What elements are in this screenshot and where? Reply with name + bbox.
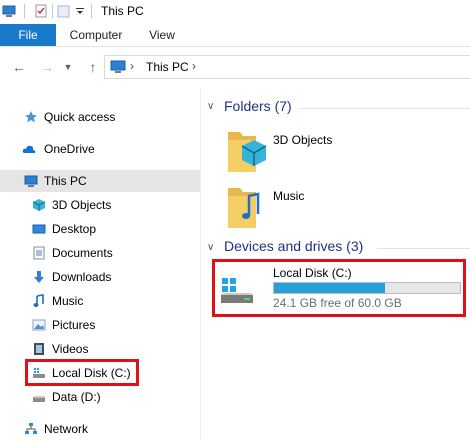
folder-item-music[interactable]: Music	[222, 180, 372, 234]
address-chevron-icon[interactable]: ›	[130, 59, 134, 73]
back-arrow-icon[interactable]: ←	[10, 58, 28, 76]
sidebar-item-label: Network	[44, 422, 89, 436]
folder-item-3d-objects[interactable]: 3D Objects	[222, 124, 372, 178]
drive-icon	[33, 396, 45, 402]
sidebar-item-documents[interactable]: Documents	[0, 242, 200, 264]
forward-arrow-icon[interactable]: →	[38, 58, 56, 76]
download-arrow-icon	[34, 271, 44, 283]
desktop-icon	[32, 224, 46, 234]
sidebar-item-label: OneDrive	[44, 142, 95, 156]
cube-icon	[32, 199, 46, 211]
folders-group-header[interactable]: Folders (7)	[224, 98, 292, 114]
sidebar-item-label: Videos	[52, 342, 89, 356]
sidebar-item-label: Pictures	[52, 318, 96, 332]
sidebar-item-label: 3D Objects	[52, 198, 112, 212]
title-bar: This PC	[0, 0, 470, 24]
sidebar-item-music[interactable]: Music	[0, 290, 200, 312]
star-icon	[25, 111, 37, 123]
3d-objects-folder-icon	[228, 132, 267, 172]
new-folder-icon[interactable]	[57, 4, 71, 18]
sidebar-item-label: Quick access	[44, 110, 116, 124]
highlight-box	[212, 259, 466, 317]
up-arrow-icon[interactable]: ↑	[84, 58, 102, 76]
collapse-chevron-icon[interactable]: ∨	[207, 242, 214, 253]
window-title: This PC	[101, 4, 144, 18]
ribbon-tabs: File Computer View	[0, 24, 470, 47]
sidebar-item-videos[interactable]: Videos	[0, 338, 200, 360]
music-note-icon	[33, 294, 44, 307]
address-path[interactable]: This PC	[146, 60, 189, 74]
properties-icon[interactable]	[34, 4, 48, 18]
cloud-icon	[22, 145, 36, 153]
group-divider	[377, 248, 470, 249]
sidebar-item-network[interactable]: Network	[0, 418, 200, 440]
network-icon	[25, 423, 37, 434]
picture-icon	[32, 319, 46, 331]
navigation-pane: Quick access OneDrive This PC 3D Objects…	[0, 88, 200, 440]
film-icon	[34, 343, 44, 355]
sidebar-item-label: Documents	[52, 246, 113, 260]
collapse-chevron-icon[interactable]: ∨	[207, 101, 214, 112]
sidebar-item-label: Desktop	[52, 222, 97, 236]
address-chevron-icon[interactable]: ›	[192, 59, 196, 73]
sidebar-item-data-d[interactable]: Data (D:)	[0, 386, 200, 408]
sidebar-item-this-pc[interactable]: This PC	[0, 170, 200, 192]
customize-toolbar-dropdown-icon[interactable]	[75, 4, 85, 18]
sidebar-item-downloads[interactable]: Downloads	[0, 266, 200, 288]
sidebar-item-label: Music	[52, 294, 84, 308]
computer-icon	[110, 60, 126, 73]
computer-icon	[2, 5, 16, 17]
tab-computer[interactable]: Computer	[62, 24, 130, 46]
highlight-box	[25, 359, 139, 386]
drives-group-header[interactable]: Devices and drives (3)	[224, 238, 363, 254]
sidebar-item-label: This PC	[44, 174, 87, 188]
tab-view[interactable]: View	[140, 24, 184, 46]
sidebar-item-desktop[interactable]: Desktop	[0, 218, 200, 240]
sidebar-item-3d-objects[interactable]: 3D Objects	[0, 194, 200, 216]
music-folder-icon	[228, 188, 260, 228]
group-divider	[300, 108, 470, 109]
sidebar-item-pictures[interactable]: Pictures	[0, 314, 200, 336]
folder-label: 3D Objects	[273, 133, 333, 147]
recent-locations-chevron-icon[interactable]: ▼	[62, 58, 74, 76]
sidebar-item-label: Downloads	[52, 270, 112, 284]
folder-label: Music	[273, 189, 305, 203]
sidebar-item-quick-access[interactable]: Quick access	[0, 106, 200, 128]
tab-file[interactable]: File	[0, 24, 56, 46]
sidebar-item-label: Data (D:)	[52, 390, 101, 404]
pane-divider[interactable]	[200, 88, 201, 440]
computer-icon	[24, 175, 38, 187]
sidebar-item-onedrive[interactable]: OneDrive	[0, 138, 200, 160]
document-icon	[33, 246, 45, 260]
